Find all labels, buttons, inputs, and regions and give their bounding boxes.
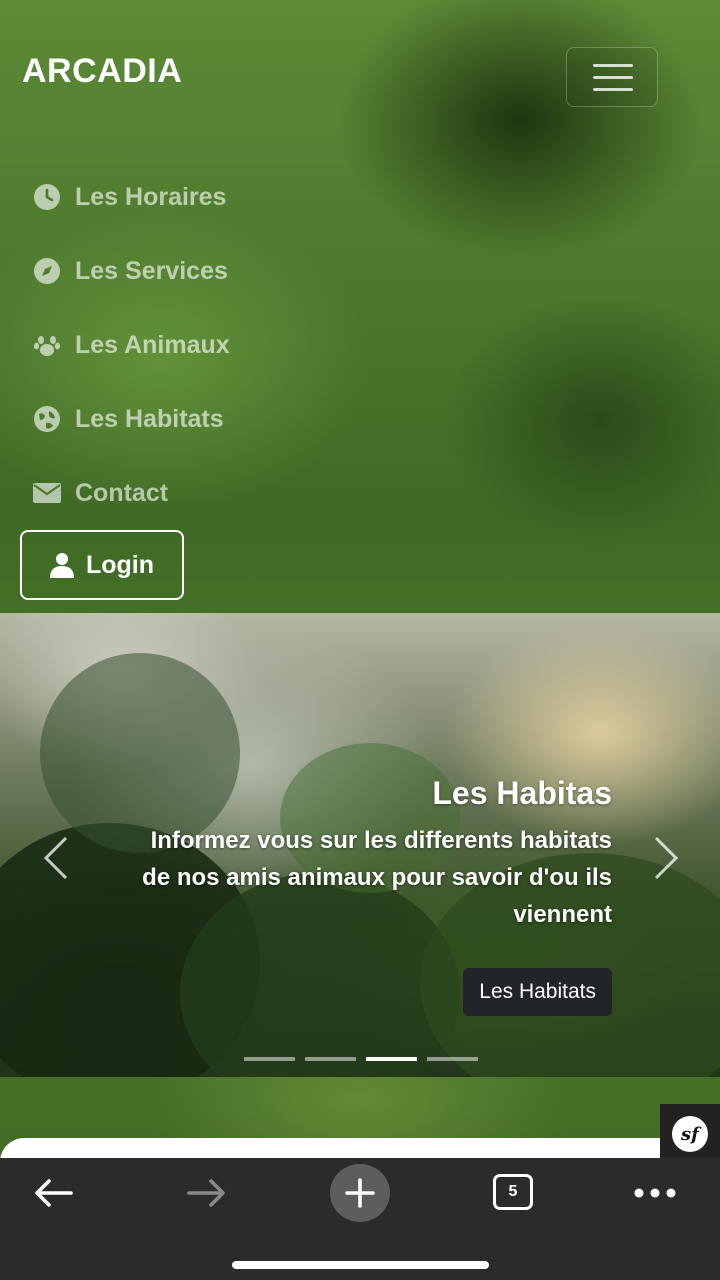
envelope-icon [32, 478, 62, 508]
carousel-indicator[interactable] [244, 1057, 295, 1061]
tabs-icon[interactable]: 5 [493, 1174, 533, 1210]
carousel-text: Informez vous sur les differents habitat… [142, 827, 612, 928]
carousel-indicator[interactable] [305, 1057, 356, 1061]
nav-item-label: Les Horaires [75, 182, 227, 211]
hamburger-icon-line [593, 88, 633, 91]
hero-carousel: Les Habitas Informez vous sur les differ… [0, 613, 720, 1077]
compass-icon [32, 256, 62, 286]
carousel-indicators [244, 1057, 478, 1061]
nav-item-animaux[interactable]: Les Animaux [32, 308, 230, 382]
globe-icon [32, 404, 62, 434]
login-button[interactable]: Login [20, 530, 184, 600]
paw-icon [32, 330, 62, 360]
symfony-debug-toolbar-button[interactable]: sf [660, 1104, 720, 1164]
back-arrow-icon[interactable] [30, 1172, 76, 1214]
nav-item-label: Les Habitats [75, 404, 224, 433]
more-dots-icon[interactable] [630, 1178, 680, 1208]
brand-logo[interactable]: ARCADIA [22, 52, 182, 91]
nav-item-label: Les Animaux [75, 330, 230, 359]
new-tab-plus-icon[interactable] [330, 1164, 390, 1222]
main-nav: Les Horaires Les Services Les Animaux Le… [32, 160, 230, 530]
carousel-indicator-active[interactable] [366, 1057, 417, 1061]
nav-item-habitats[interactable]: Les Habitats [32, 382, 230, 456]
menu-toggle-button[interactable] [566, 47, 658, 107]
carousel-caption: Les Habitas Informez vous sur les differ… [142, 775, 612, 933]
hamburger-icon-line [593, 76, 633, 79]
carousel-prev-icon[interactable] [40, 835, 70, 881]
nav-item-services[interactable]: Les Services [32, 234, 230, 308]
carousel-title: Les Habitas [432, 775, 612, 811]
symfony-logo-icon: sf [672, 1116, 708, 1152]
carousel-next-icon[interactable] [652, 835, 682, 881]
forward-arrow-icon[interactable] [184, 1172, 230, 1214]
nav-item-horaires[interactable]: Les Horaires [32, 160, 230, 234]
home-indicator[interactable] [232, 1261, 489, 1269]
clock-icon [32, 182, 62, 212]
carousel-indicator[interactable] [427, 1057, 478, 1061]
nav-item-label: Les Services [75, 256, 228, 285]
habitats-button[interactable]: Les Habitats [463, 968, 612, 1016]
login-label: Login [85, 550, 155, 579]
nav-item-label: Contact [75, 478, 169, 507]
hamburger-icon [593, 64, 633, 67]
user-icon [49, 552, 74, 578]
nav-item-contact[interactable]: Contact [32, 456, 230, 530]
